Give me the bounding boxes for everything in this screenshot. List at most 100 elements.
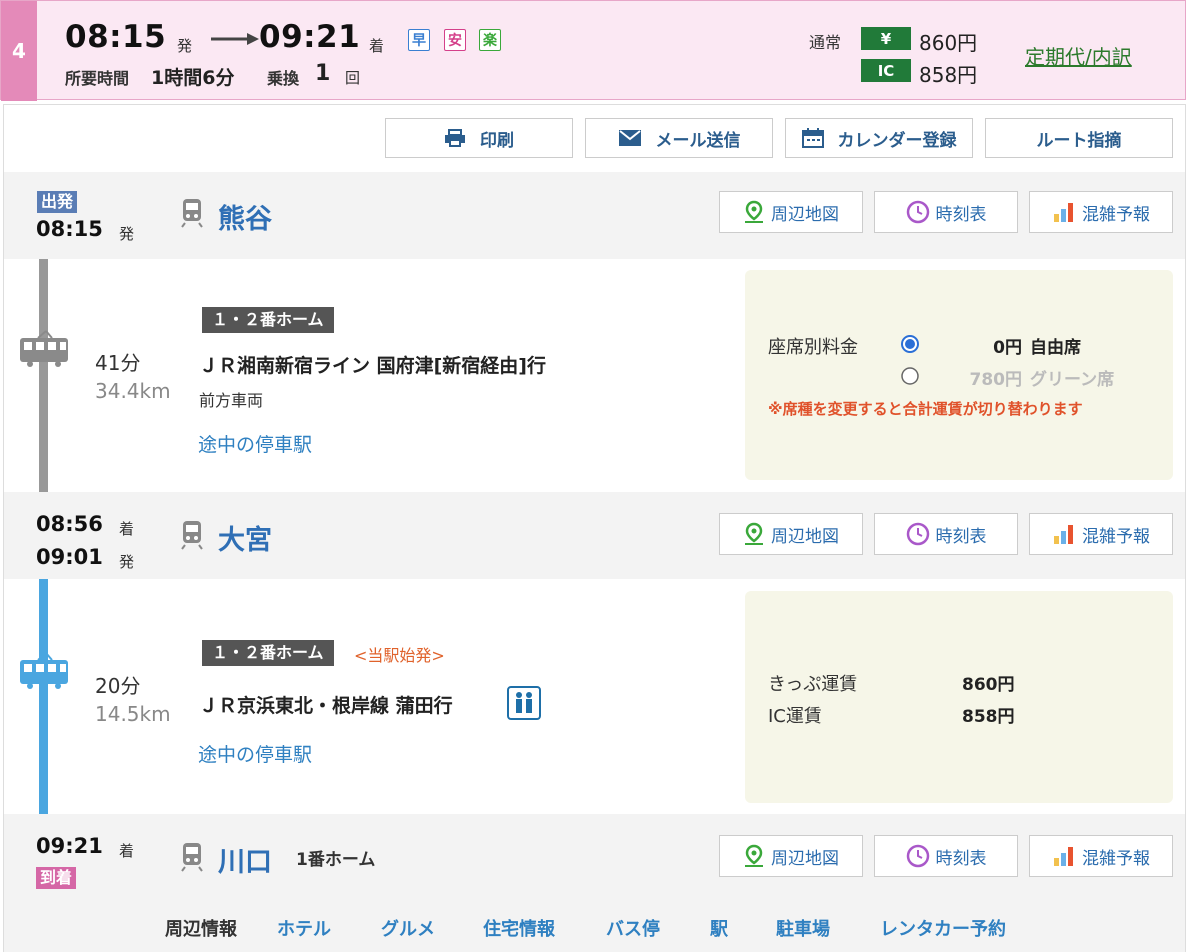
duration-value: 1時間6分 (151, 67, 235, 89)
women-only-car-icon (507, 686, 541, 720)
depart-suffix: 発 (177, 37, 193, 55)
leg-distance: 14.5km (95, 702, 171, 726)
nearby-housing-link[interactable]: 住宅情報 (483, 915, 555, 941)
leg-duration: 41分 (95, 351, 141, 375)
train-station-icon (181, 843, 203, 872)
commuter-pass-link[interactable]: 定期代/内訳 (1025, 41, 1132, 70)
route-summary: 4 08:15 発 09:21 着 早 安 楽 所要時間 1時間6分 乗換 1 … (0, 0, 1186, 101)
map-button[interactable]: 周辺地図 (719, 513, 863, 555)
green-car-name: グリーン席 (1030, 370, 1115, 390)
arrow-right-icon (211, 33, 259, 45)
station-name-omiya[interactable]: 大宮 (218, 518, 272, 557)
ticket-fare-label: きっぷ運賃 (768, 674, 858, 695)
route-line-segment (39, 259, 48, 492)
timetable-button[interactable]: 時刻表 (874, 191, 1018, 233)
platform-label: １・２番ホーム (202, 307, 334, 333)
station-arrive-time: 08:56 (36, 512, 103, 536)
cheapest-badge: 安 (444, 29, 466, 51)
transfer-unit: 回 (345, 69, 361, 87)
print-label: 印刷 (480, 130, 514, 151)
departure-badge: 出発 (37, 191, 78, 213)
print-button[interactable]: 印刷 (385, 118, 573, 158)
timetable-label: 時刻表 (935, 848, 987, 869)
map-button[interactable]: 周辺地図 (719, 835, 863, 877)
calendar-label: カレンダー登録 (837, 130, 957, 151)
bar-chart-icon (1054, 203, 1073, 222)
nearby-hotel-link[interactable]: ホテル (277, 915, 331, 941)
nearby-bus-stop-link[interactable]: バス停 (606, 915, 660, 941)
fare-label: 通常 (809, 33, 842, 52)
car-position: 前方車両 (199, 391, 264, 410)
map-label: 周辺地図 (771, 204, 839, 225)
map-button[interactable]: 周辺地図 (719, 191, 863, 233)
nearby-station-link[interactable]: 駅 (710, 915, 728, 941)
duration-label: 所要時間 (65, 69, 130, 88)
station-name-kumagaya[interactable]: 熊谷 (218, 197, 272, 236)
ic-fare-value: 858円 (962, 707, 1015, 727)
radio-green-car[interactable] (900, 366, 920, 386)
send-mail-button[interactable]: メール送信 (585, 118, 773, 158)
clock-icon (906, 522, 929, 546)
unreserved-price: 0円 (993, 338, 1022, 358)
line-name: ＪＲ湘南新宿ライン 国府津[新宿経由]行 (199, 355, 546, 377)
transfer-label: 乗換 (267, 69, 300, 88)
arrive-suffix: 着 (369, 37, 385, 55)
map-pin-icon (745, 522, 763, 545)
clock-icon (906, 200, 929, 224)
mail-icon (618, 130, 641, 146)
timetable-button[interactable]: 時刻表 (874, 513, 1018, 555)
route-line-segment (39, 579, 48, 814)
station-time-suffix: 着 (119, 842, 135, 860)
yen-tag: ¥ (861, 27, 911, 50)
intermediate-stops-link[interactable]: 途中の停車駅 (198, 430, 312, 457)
station-depart-suffix: 発 (119, 553, 135, 571)
station-time: 09:21 (36, 834, 103, 858)
origin-station-note: <当駅始発> (354, 646, 445, 665)
route-number: 4 (1, 1, 37, 101)
green-car-price: 780円 (969, 370, 1023, 390)
platform-label: １・２番ホーム (202, 640, 334, 666)
arrive-time: 09:21 (259, 19, 361, 55)
fare-ic-value: 858円 (919, 63, 978, 87)
easiest-badge: 楽 (479, 29, 501, 51)
train-icon (20, 652, 68, 689)
map-label: 周辺地図 (771, 526, 839, 547)
map-pin-icon (745, 200, 763, 223)
nearby-info-label: 周辺情報 (165, 919, 237, 940)
intermediate-stops-link[interactable]: 途中の停車駅 (198, 740, 312, 767)
line-name: ＪＲ京浜東北・根岸線 蒲田行 (199, 695, 453, 717)
arrival-platform: 1番ホーム (296, 850, 376, 870)
seat-fare-label: 座席別料金 (768, 337, 858, 358)
station-name-kawaguchi[interactable]: 川口 (218, 840, 272, 879)
leg-duration: 20分 (95, 674, 141, 698)
clock-icon (906, 844, 929, 868)
unreserved-name: 自由席 (1030, 338, 1081, 358)
congestion-button[interactable]: 混雑予報 (1029, 835, 1173, 877)
nearby-car-rental-link[interactable]: レンタカー予約 (880, 915, 1006, 941)
timetable-label: 時刻表 (935, 526, 987, 547)
timetable-button[interactable]: 時刻表 (874, 835, 1018, 877)
train-station-icon (181, 199, 203, 228)
ic-fare-label: IC運賃 (768, 706, 822, 727)
report-route-button[interactable]: ルート指摘 (985, 118, 1173, 158)
train-icon (20, 330, 68, 367)
congestion-button[interactable]: 混雑予報 (1029, 513, 1173, 555)
station-time-suffix: 発 (119, 225, 135, 243)
radio-unreserved[interactable] (900, 334, 920, 354)
station-time: 08:15 (36, 217, 103, 241)
map-pin-icon (745, 844, 763, 867)
map-label: 周辺地図 (771, 848, 839, 869)
fare-box (745, 591, 1173, 803)
nearby-parking-link[interactable]: 駐車場 (776, 915, 830, 941)
timetable-label: 時刻表 (935, 204, 987, 225)
bar-chart-icon (1054, 525, 1073, 544)
nearby-gourmet-link[interactable]: グルメ (381, 915, 435, 941)
station-depart-time: 09:01 (36, 545, 103, 569)
depart-time: 08:15 (65, 19, 167, 55)
congestion-button[interactable]: 混雑予報 (1029, 191, 1173, 233)
train-station-icon (181, 521, 203, 550)
fare-ticket-value: 860円 (919, 31, 978, 55)
leg-distance: 34.4km (95, 379, 171, 403)
calendar-button[interactable]: カレンダー登録 (785, 118, 973, 158)
seat-change-note: ※席種を変更すると合計運賃が切り替わります (768, 400, 1083, 418)
